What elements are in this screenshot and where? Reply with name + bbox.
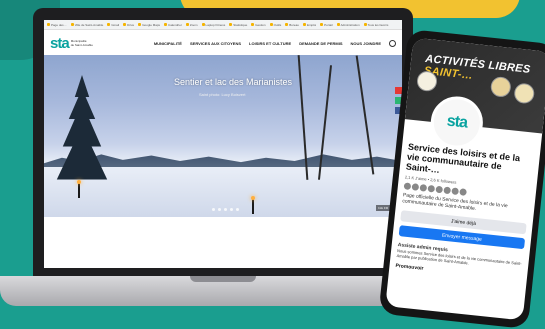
hero-title: Sentier et lac des Marianistes [174, 77, 293, 87]
slide-dot[interactable] [224, 208, 227, 211]
bookmark[interactable]: Tous les favoris [363, 23, 388, 27]
laptop: Page des… Ville de Saint-Amable Gmail Dr… [33, 8, 413, 276]
bookmark[interactable]: Administration [336, 23, 360, 27]
main-nav: MUNICIPALITÉ SERVICES AUX CITOYENS LOISI… [154, 39, 396, 47]
avatar[interactable] [443, 186, 452, 195]
bare-tree [355, 55, 375, 175]
bookmark[interactable]: Gestion [251, 23, 266, 27]
facebook-page: ACTIVITÉS LIBRES SAINT-… sta Service des… [385, 37, 545, 321]
avatar[interactable] [451, 187, 459, 196]
bookmark[interactable]: Laptop Fitness [201, 23, 225, 27]
cover-photo: ACTIVITÉS LIBRES SAINT-… sta [404, 37, 545, 152]
avatar[interactable] [411, 183, 420, 191]
avatar[interactable] [459, 188, 467, 196]
logo-caption: Municipalité de Saint-Amable [70, 39, 93, 47]
bookmark[interactable]: Outils [269, 23, 281, 27]
phone: ACTIVITÉS LIBRES SAINT-… sta Service des… [378, 28, 545, 329]
bookmark[interactable]: Emploi [302, 23, 316, 27]
nav-item-services[interactable]: SERVICES AUX CITOYENS [190, 41, 241, 46]
search-icon[interactable] [389, 39, 396, 47]
bookmark[interactable]: Statistique [229, 23, 247, 27]
slide-dot[interactable] [230, 208, 233, 211]
hero-credit: Info FR [376, 205, 390, 211]
site-logo[interactable]: sta Municipalité de Saint-Amable [50, 35, 93, 52]
avatar[interactable] [403, 182, 412, 191]
bookmark[interactable]: Bureau [285, 23, 299, 27]
slide-indicators [212, 208, 239, 211]
logo-mark: sta [50, 34, 70, 52]
avatar[interactable] [435, 185, 444, 194]
hero-slideshow: Sentier et lac des Marianistes Saint pho… [44, 55, 402, 217]
bookmark[interactable]: Ville de Saint-Amable [70, 23, 103, 27]
nav-item-municipalite[interactable]: MUNICIPALITÉ [154, 41, 182, 46]
site-header: sta Municipalité de Saint-Amable MUNICIP… [44, 30, 402, 56]
bookmark[interactable]: Drive [123, 23, 134, 27]
slide-dot[interactable] [218, 208, 221, 211]
nav-item-loisirs[interactable]: LOISIRS ET CULTURE [249, 41, 291, 46]
nav-item-permis[interactable]: DEMANDE DE PERMIS [299, 41, 342, 46]
bookmark[interactable]: Calendrier [164, 23, 182, 27]
bookmark[interactable]: Gmail [107, 23, 119, 27]
browser-window: Page des… Ville de Saint-Amable Gmail Dr… [44, 20, 402, 268]
bookmark[interactable]: Google Maps [138, 23, 160, 27]
lamp-post [251, 196, 255, 214]
hero-subtitle: Saint photo: Lucy Boisvert [199, 92, 246, 97]
slide-dot[interactable] [236, 208, 239, 211]
bookmark[interactable]: Zoom [185, 23, 198, 27]
bookmark[interactable]: Portail [320, 23, 333, 27]
admin-notice-text: Nous sommes Service des loisirs et de la… [396, 247, 522, 267]
profile-picture[interactable]: sta [428, 93, 486, 152]
bookmarks-bar: Page des… Ville de Saint-Amable Gmail Dr… [44, 20, 402, 30]
avatar[interactable] [419, 184, 428, 192]
slide-dot[interactable] [212, 208, 215, 211]
nav-item-nous-joindre[interactable]: NOUS JOINDRE [351, 41, 381, 46]
laptop-notch [190, 276, 256, 282]
avatar[interactable] [427, 184, 436, 193]
lamp-post [77, 180, 81, 198]
bookmark[interactable]: Page des… [47, 23, 67, 27]
